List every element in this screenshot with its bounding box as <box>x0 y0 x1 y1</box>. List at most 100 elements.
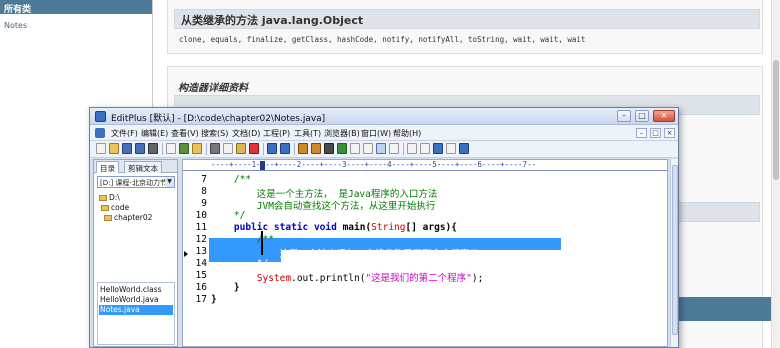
tree-item-label: chapter02 <box>114 213 153 222</box>
new-file-icon[interactable] <box>96 143 106 154</box>
open-folder-icon[interactable] <box>109 143 119 154</box>
redo-icon[interactable] <box>280 143 290 154</box>
code-token: public static void <box>211 222 343 233</box>
line-number: 13 <box>195 246 207 257</box>
menu-window[interactable]: 窗口(W) <box>361 128 391 139</box>
minimize-button[interactable]: – <box>617 110 631 122</box>
line-number-gutter: 7 8 9 10 11 12 13 14 15 16 17 <box>183 172 209 346</box>
code-token: [] args){ <box>405 222 457 233</box>
print-icon[interactable] <box>148 143 158 154</box>
class-link-notes[interactable]: Notes <box>0 14 152 30</box>
file-item[interactable]: HelloWorld.class <box>99 285 173 295</box>
code-token: /** <box>211 234 274 245</box>
tree-item-chapter02[interactable]: chapter02 <box>104 213 152 222</box>
line-number: 8 <box>201 186 207 197</box>
delete-icon[interactable] <box>249 143 259 154</box>
inherited-methods-block: 从类继承的方法 java.lang.Object clone, equals, … <box>167 0 763 54</box>
line-number: 7 <box>201 174 207 185</box>
mdi-minimize-button[interactable]: – <box>636 128 647 138</box>
code-line: System.out.println("这是我们的第二个程序"); <box>211 270 484 284</box>
line-number: 14 <box>195 258 207 269</box>
line-number: 15 <box>195 270 207 281</box>
menu-file[interactable]: 文件(F) <box>111 128 138 139</box>
font-icon[interactable] <box>324 143 334 154</box>
line-number: 16 <box>195 282 207 293</box>
code-editor[interactable]: ----+----1----+----2----+----3----+----4… <box>182 159 668 347</box>
menu-browser[interactable]: 浏览器(B) <box>324 128 360 139</box>
indent-icon[interactable] <box>337 143 347 154</box>
code-token: } <box>211 282 240 293</box>
constructor-detail-title: 构造器详细资料 <box>178 83 248 94</box>
line-number-icon[interactable] <box>363 143 373 154</box>
tree-item-root[interactable]: D:\ <box>99 193 120 202</box>
code-token: /** <box>211 174 252 185</box>
tab-cliptext[interactable]: 剪辑文本 <box>124 161 162 173</box>
save-icon[interactable] <box>122 143 132 154</box>
code-line: } <box>211 282 240 293</box>
cut-icon[interactable] <box>210 143 220 154</box>
menu-search[interactable]: 搜索(S) <box>201 128 228 139</box>
page-scrollbar[interactable] <box>771 0 780 348</box>
undo-icon[interactable] <box>267 143 277 154</box>
settings-icon[interactable] <box>446 143 456 154</box>
window-title: EditPlus [默认] - [D:\code\chapter02\Notes… <box>111 114 326 124</box>
replace-icon[interactable] <box>311 143 321 154</box>
menu-tools[interactable]: 工具(T) <box>294 128 321 139</box>
file-item-selected[interactable]: Notes.java <box>99 305 173 315</box>
toolbar-separator <box>162 143 163 155</box>
editor-scrollbar[interactable] <box>670 159 678 347</box>
directory-panel: 目录 剪辑文本 [D:] 课程-北京动力节点 ▼ D:\ code chapte… <box>93 159 178 347</box>
find-icon[interactable] <box>298 143 308 154</box>
menu-document[interactable]: 文档(D) <box>232 128 260 139</box>
save-all-icon[interactable] <box>135 143 145 154</box>
editor-scroll-thumb[interactable] <box>672 165 678 335</box>
menu-edit[interactable]: 编辑(E) <box>141 128 168 139</box>
all-classes-header: 所有类 <box>0 0 152 15</box>
column-select-icon[interactable] <box>389 143 399 154</box>
close-button[interactable]: ✕ <box>653 110 675 122</box>
directory-icon[interactable] <box>192 143 202 154</box>
line-number: 12 <box>195 234 207 245</box>
code-token: ); <box>471 273 484 284</box>
toolbar-separator <box>206 143 207 155</box>
drive-select-value: [D:] 课程-北京动力节点 <box>100 179 174 187</box>
code-token: } <box>211 294 217 305</box>
print-preview-icon[interactable] <box>166 143 176 154</box>
ruler-icon[interactable] <box>376 143 386 154</box>
menu-bar: 文件(F) 编辑(E) 查看(V) 搜索(S) 文档(D) 工程(P) 工具(T… <box>90 125 678 141</box>
code-line: /** <box>211 174 251 185</box>
editplus-app-icon <box>95 111 106 122</box>
help-icon[interactable] <box>459 143 469 154</box>
mdi-close-button[interactable]: × <box>664 128 675 138</box>
code-token: */ <box>211 210 246 221</box>
folder-icon <box>101 205 109 211</box>
mdi-restore-button[interactable]: □ <box>650 128 661 138</box>
maximize-button[interactable]: □ <box>635 110 649 122</box>
tree-item-code[interactable]: code <box>101 203 129 212</box>
tile-window-icon[interactable] <box>407 143 417 154</box>
code-token: System <box>256 273 292 284</box>
window-titlebar[interactable]: EditPlus [默认] - [D:\code\chapter02\Notes… <box>90 108 678 125</box>
tab-directory[interactable]: 目录 <box>96 161 119 173</box>
panel-tabs: 目录 剪辑文本 <box>94 160 177 173</box>
spell-check-icon[interactable] <box>179 143 189 154</box>
menu-project[interactable]: 工程(P) <box>263 128 290 139</box>
drive-select[interactable]: [D:] 课程-北京动力节点 ▼ <box>97 176 175 188</box>
editplus-window: EditPlus [默认] - [D:\code\chapter02\Notes… <box>89 107 679 348</box>
column-ruler: ----+----1----+----2----+----3----+----4… <box>183 160 667 171</box>
copy-icon[interactable] <box>223 143 233 154</box>
chevron-down-icon[interactable]: ▼ <box>165 177 174 187</box>
cascade-window-icon[interactable] <box>420 143 430 154</box>
tree-item-label: code <box>111 203 130 212</box>
file-item[interactable]: HelloWorld.java <box>99 295 173 305</box>
paste-icon[interactable] <box>236 143 246 154</box>
menu-view[interactable]: 查看(V) <box>171 128 199 139</box>
code-token: .out.println( <box>291 273 366 284</box>
menu-help[interactable]: 帮助(H) <box>393 128 421 139</box>
browser-icon[interactable] <box>433 143 443 154</box>
page-scroll-thumb[interactable] <box>773 60 779 180</box>
word-wrap-icon[interactable] <box>350 143 360 154</box>
file-list: HelloWorld.class HelloWorld.java Notes.j… <box>97 282 175 345</box>
folder-tree: D:\ code chapter02 <box>97 191 175 279</box>
folder-icon <box>104 215 112 221</box>
